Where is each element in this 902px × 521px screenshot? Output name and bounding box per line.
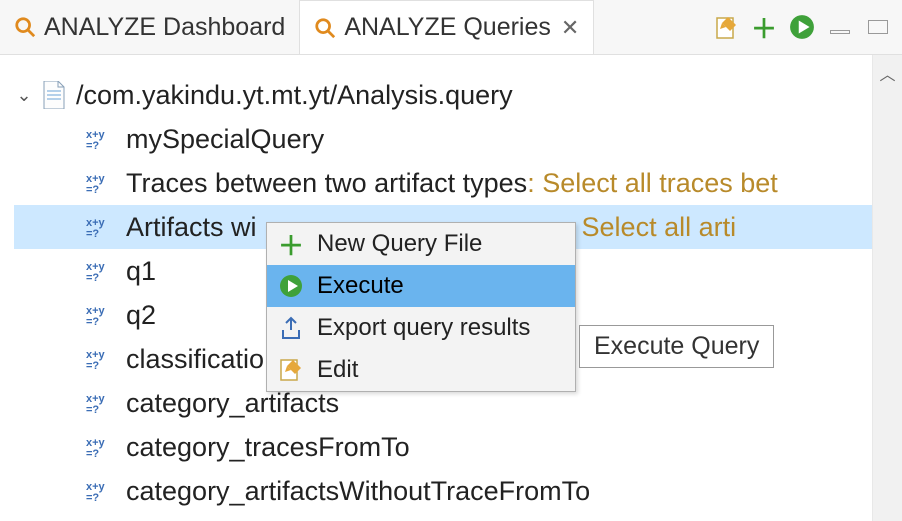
run-toolbar-button[interactable] xyxy=(788,13,816,41)
query-label: category_artifacts xyxy=(126,388,339,419)
formula-icon: x+y=? xyxy=(86,480,116,502)
query-label: q2 xyxy=(126,300,156,331)
file-icon xyxy=(42,81,66,109)
context-menu: ＋ New Query File Execute Export query re… xyxy=(266,222,576,392)
menu-label: Export query results xyxy=(317,314,530,342)
play-icon xyxy=(277,272,305,300)
tab-queries[interactable]: ANALYZE Queries ✕ xyxy=(299,0,594,54)
file-node[interactable]: ⌄ /com.yakindu.yt.mt.yt/Analysis.query xyxy=(14,73,872,117)
tab-bar: ANALYZE Dashboard ANALYZE Queries ✕ ＋ xyxy=(0,0,902,55)
formula-icon: x+y=? xyxy=(86,260,116,282)
svg-text:=?: =? xyxy=(86,404,99,414)
edit-toolbar-button[interactable] xyxy=(712,13,740,41)
plus-icon: ＋ xyxy=(751,9,777,46)
file-path: /com.yakindu.yt.mt.yt/Analysis.query xyxy=(76,80,513,111)
tab-dashboard-label: ANALYZE Dashboard xyxy=(44,13,285,42)
formula-icon: x+y=? xyxy=(86,392,116,414)
plus-icon: ＋ xyxy=(277,230,305,258)
query-node[interactable]: x+y=? Traces between two artifact types … xyxy=(14,161,872,205)
query-desc: : Select all arti xyxy=(567,212,737,243)
svg-text:=?: =? xyxy=(86,140,99,150)
menu-label: New Query File xyxy=(317,230,482,258)
view-toolbar: ＋ xyxy=(702,0,902,54)
spacer xyxy=(594,0,702,54)
query-desc: : Select all traces bet xyxy=(527,168,778,199)
formula-icon: x+y=? xyxy=(86,304,116,326)
query-label: category_artifactsWithoutTraceFromTo xyxy=(126,476,590,507)
menu-label: Execute xyxy=(317,272,404,300)
query-node[interactable]: x+y=? mySpecialQuery xyxy=(14,117,872,161)
add-toolbar-button[interactable]: ＋ xyxy=(750,13,778,41)
vertical-scrollbar[interactable]: ︿ xyxy=(872,55,902,521)
edit-icon xyxy=(277,356,305,384)
svg-text:=?: =? xyxy=(86,492,99,502)
svg-text:=?: =? xyxy=(86,272,99,282)
maximize-button[interactable] xyxy=(868,20,888,34)
formula-icon: x+y=? xyxy=(86,128,116,150)
svg-text:=?: =? xyxy=(86,360,99,370)
formula-icon: x+y=? xyxy=(86,348,116,370)
tab-dashboard[interactable]: ANALYZE Dashboard xyxy=(0,0,299,54)
formula-icon: x+y=? xyxy=(86,436,116,458)
query-node[interactable]: x+y=? category_tracesFromTo xyxy=(14,425,872,469)
tab-queries-label: ANALYZE Queries xyxy=(344,13,551,42)
query-node[interactable]: x+y=? category_artifactsWithoutTraceFrom… xyxy=(14,469,872,513)
query-label: mySpecialQuery xyxy=(126,124,324,155)
expand-icon[interactable]: ⌄ xyxy=(14,85,34,106)
tooltip-text: Execute Query xyxy=(594,332,759,360)
menu-label: Edit xyxy=(317,356,358,384)
close-icon[interactable]: ✕ xyxy=(561,15,579,41)
query-label: q1 xyxy=(126,256,156,287)
analyze-icon xyxy=(314,17,336,39)
formula-icon: x+y=? xyxy=(86,216,116,238)
query-label: Artifacts wi xyxy=(126,212,257,243)
query-label: category_tracesFromTo xyxy=(126,432,410,463)
svg-text:=?: =? xyxy=(86,228,99,238)
export-icon xyxy=(277,314,305,342)
menu-execute[interactable]: Execute xyxy=(267,265,575,307)
menu-new-query-file[interactable]: ＋ New Query File xyxy=(267,223,575,265)
tooltip: Execute Query xyxy=(579,325,774,368)
analyze-icon xyxy=(14,16,36,38)
svg-text:=?: =? xyxy=(86,184,99,194)
svg-text:=?: =? xyxy=(86,448,99,458)
query-node[interactable]: x+y=? xyxy=(14,513,872,521)
scroll-up-icon[interactable]: ︿ xyxy=(873,61,902,85)
svg-text:=?: =? xyxy=(86,316,99,326)
query-label: Traces between two artifact types xyxy=(126,168,527,199)
formula-icon: x+y=? xyxy=(86,172,116,194)
menu-edit[interactable]: Edit xyxy=(267,349,575,391)
query-label: classificatio xyxy=(126,344,264,375)
menu-export[interactable]: Export query results xyxy=(267,307,575,349)
minimize-button[interactable] xyxy=(830,30,850,34)
